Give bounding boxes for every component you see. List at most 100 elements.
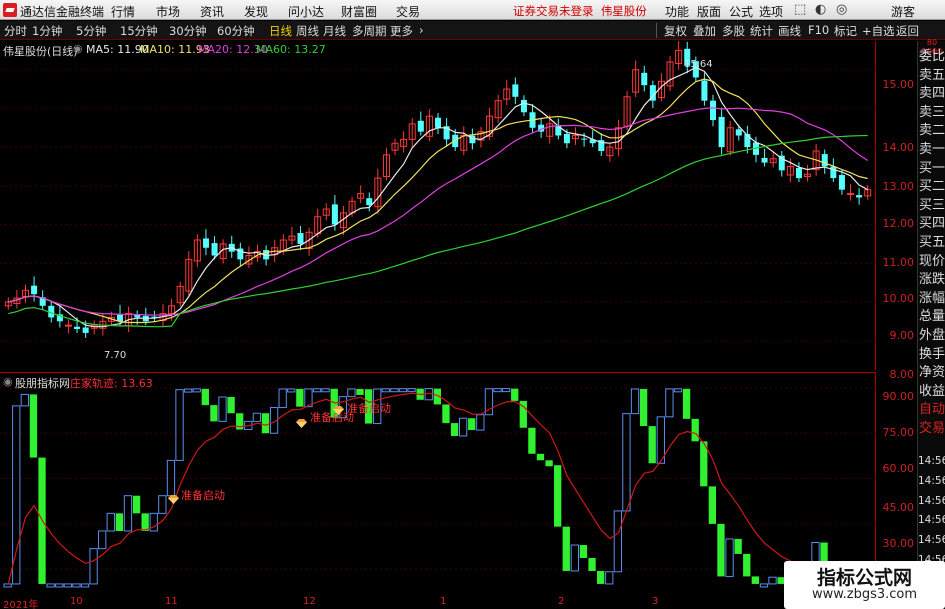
candle-body [366, 198, 373, 206]
indicator-step [278, 388, 287, 409]
btn-back[interactable]: 返回 [896, 23, 919, 39]
tab-timeshare[interactable]: 分时 [4, 23, 27, 39]
watermark: 指标公式网 www.zbgs3.com [784, 561, 945, 609]
sidebar-item: 买五 [919, 235, 945, 250]
tab-15min[interactable]: 15分钟 [120, 23, 158, 39]
candle-body [134, 315, 141, 318]
tab-monthly[interactable]: 月线 [323, 23, 346, 39]
sidebar-time: 14:56 [918, 514, 945, 527]
zhuangjia-line [7, 392, 868, 585]
menu-discover[interactable]: 发现 [244, 3, 268, 20]
kline-panel[interactable]: 伟星股份(日线) ◉ MA5: 11.90 MA10: 11.93 MA20: … [0, 41, 876, 370]
menu-quotes[interactable]: 行情 [111, 3, 135, 20]
indicator-title: 股朋指标网 [15, 377, 70, 390]
indicator-step [476, 414, 485, 431]
chevron-right-icon[interactable]: › [419, 23, 424, 37]
indicator-step [545, 460, 553, 467]
watermark-url: www.zbgs3.com [811, 587, 918, 602]
candle-body [64, 324, 72, 327]
btn-multi-stock[interactable]: 多股 [722, 23, 745, 39]
sidebar-item: 交易 [919, 421, 945, 436]
btn-add-watchlist[interactable]: +自选 [862, 23, 895, 39]
sidebar-item: 净资 [919, 365, 945, 381]
tab-more[interactable]: 更多 [390, 23, 413, 39]
watermark-title: 指标公式网 [816, 567, 912, 589]
indicator-step [398, 388, 408, 393]
menu-layout[interactable]: 版面 [697, 3, 721, 20]
stock-name-label: 伟星股份 [600, 4, 647, 18]
indicator-step [708, 486, 717, 524]
candle-body [856, 195, 863, 198]
indicator-step [20, 393, 29, 407]
indicator-step [12, 405, 21, 585]
menu-formula[interactable]: 公式 [729, 3, 753, 20]
tab-5min[interactable]: 5分钟 [76, 23, 106, 39]
app-title: 通达信金融终端 [20, 5, 105, 19]
menu-options[interactable]: 选项 [759, 3, 783, 20]
indicator-chart[interactable] [0, 373, 876, 599]
indicator-step [605, 571, 614, 585]
app-window: 通达信金融终端 行情 市场 资讯 发现 问小达 财富圈 交易 证券交易未登录 伟… [0, 0, 945, 609]
btn-overlay[interactable]: 叠加 [693, 23, 716, 39]
settings-icon[interactable]: ◉ [3, 375, 13, 388]
guest-label[interactable]: 游客 [891, 3, 915, 20]
indicator-step [682, 388, 691, 419]
indicator-step [287, 388, 296, 393]
sidebar-item: 卖一 [919, 142, 945, 157]
tab-weekly[interactable]: 周线 [296, 23, 319, 39]
menu-wealth[interactable]: 财富圈 [341, 3, 377, 20]
btn-mark[interactable]: 标记 [834, 23, 857, 39]
candle-body [82, 327, 89, 333]
y-tick: 90.00 [882, 390, 915, 403]
indicator-step [511, 388, 519, 401]
tab-1min[interactable]: 1分钟 [32, 23, 62, 39]
candle-body [211, 243, 218, 256]
theme-icon[interactable]: ◐ [815, 2, 826, 17]
menu-market[interactable]: 市场 [156, 3, 180, 20]
price-axis: 15.00 14.00 13.00 12.00 11.00 10.00 9.00… [876, 41, 916, 381]
signal-label: 准备启动 [181, 489, 225, 502]
menu-trade[interactable]: 交易 [396, 3, 420, 20]
btn-draw-line[interactable]: 画线 [778, 23, 801, 39]
y-tick: 11.00 [882, 256, 915, 269]
indicator-step [312, 388, 322, 393]
x-tick: 12 [303, 596, 316, 607]
kline-chart[interactable] [0, 41, 876, 370]
indicator-step [89, 548, 98, 585]
candle-body [778, 155, 785, 171]
menu-ask[interactable]: 问小达 [288, 3, 324, 20]
x-tick: 11 [165, 596, 178, 607]
tab-60min[interactable]: 60分钟 [217, 23, 255, 39]
btn-restore-rights[interactable]: 复权 [664, 23, 687, 39]
low-price-label: 7.70 [104, 350, 127, 361]
lock-icon[interactable]: ⬚ [794, 2, 806, 17]
indicator-step [252, 412, 262, 422]
indicator-step [751, 576, 759, 584]
indicator-step [356, 388, 364, 395]
chart-title: 伟星股份(日线) [3, 45, 78, 58]
candle-body [417, 120, 424, 132]
indicator-step [596, 570, 605, 584]
x-tick: 2 [558, 596, 565, 607]
candle-body [830, 166, 837, 179]
tab-daily[interactable]: 日线 [269, 23, 292, 39]
network-icon[interactable]: ◎ [836, 2, 847, 17]
menu-news[interactable]: 资讯 [200, 3, 224, 20]
indicator-step [201, 388, 209, 406]
indicator-step [123, 495, 133, 532]
candle-body [847, 193, 855, 196]
indicator-panel[interactable]: ◉ 股朋指标网 庄家轨迹: 13.63 准备启动 准备启动 准备启动 [0, 372, 876, 598]
indicator-step [536, 453, 545, 461]
menu-function[interactable]: 功能 [665, 3, 689, 20]
settings-icon[interactable]: ◉ [73, 42, 83, 55]
x-tick: 2021年 [3, 600, 39, 609]
tab-30min[interactable]: 30分钟 [169, 23, 207, 39]
indicator-step [115, 513, 124, 531]
login-warning[interactable]: 证券交易未登录 伟星股份 [513, 3, 647, 19]
btn-f10[interactable]: F10 [808, 23, 829, 37]
sidebar-item: 总量 [919, 309, 945, 325]
indicator-step [743, 553, 751, 577]
sidebar-item: 买四 [919, 216, 945, 232]
btn-statistics[interactable]: 统计 [750, 23, 773, 39]
tab-multi-period[interactable]: 多周期 [352, 23, 387, 39]
